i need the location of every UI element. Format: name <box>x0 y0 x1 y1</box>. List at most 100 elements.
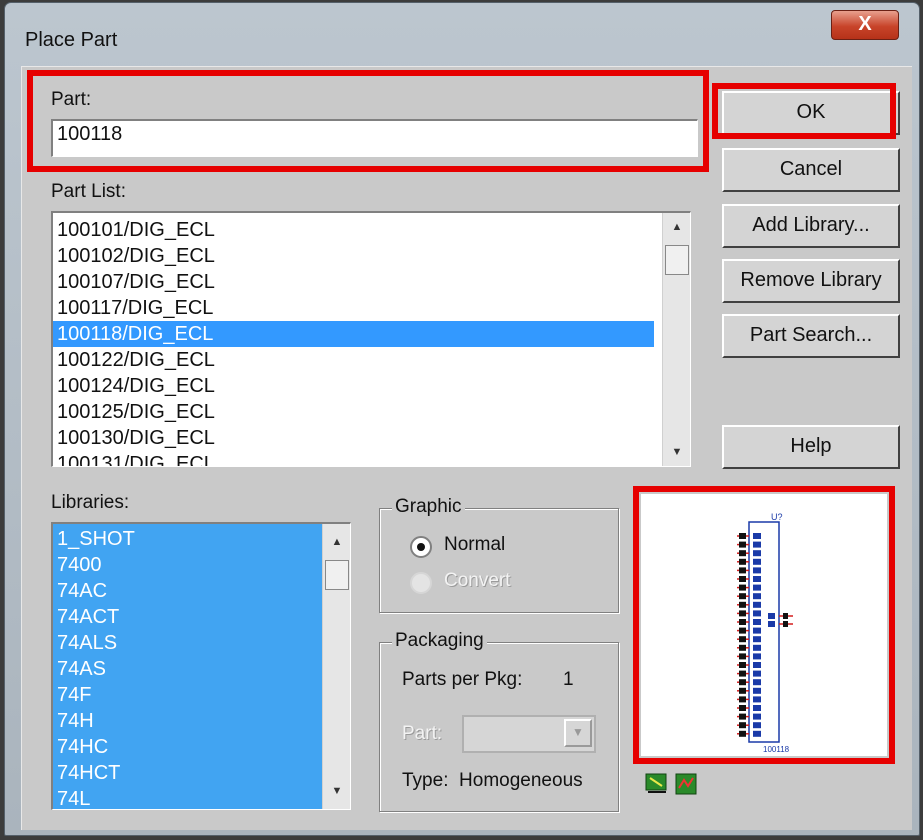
part-input-value: 100118 <box>57 123 123 145</box>
part-search-toggle-icon[interactable] <box>674 772 698 796</box>
part-list-scrollbar[interactable]: ▲ ▼ <box>662 213 690 466</box>
preview-pin-label <box>753 713 761 720</box>
scroll-up-icon[interactable]: ▲ <box>663 215 690 239</box>
preview-pin-marker <box>739 584 746 591</box>
scroll-up-icon[interactable]: ▲ <box>323 530 350 554</box>
preview-pin-marker <box>739 627 746 634</box>
preview-pin-right-label <box>768 613 775 619</box>
library-item[interactable]: 74ALS <box>53 630 350 656</box>
packaging-group-title: Packaging <box>392 630 487 652</box>
preview-pin-marker <box>739 558 746 565</box>
normal-radio[interactable] <box>410 536 432 558</box>
preview-pin-label <box>753 679 761 686</box>
preview-pin-marker <box>739 593 746 600</box>
remove-library-button[interactable]: Remove Library <box>722 259 900 303</box>
preview-pin-right-label <box>768 621 775 627</box>
libraries-label: Libraries: <box>51 492 130 513</box>
preview-pin-label <box>753 696 761 703</box>
part-list-item[interactable]: 100131/DIG_ECL <box>53 451 690 466</box>
preview-pin-marker <box>739 636 746 643</box>
library-item[interactable]: 74ACT <box>53 604 350 630</box>
library-item[interactable]: 74AS <box>53 656 350 682</box>
preview-pin-marker <box>739 550 746 557</box>
preview-pin-marker <box>739 533 746 539</box>
part-search-button[interactable]: Part Search... <box>722 314 900 358</box>
graphic-group-title: Graphic <box>392 496 465 518</box>
package-part-combo: ▼ <box>462 715 596 753</box>
graphic-group: Graphic Normal Convert <box>379 496 619 613</box>
place-database-part-icon[interactable] <box>644 772 668 796</box>
preview-pin-right-marker <box>783 621 788 627</box>
part-list-item[interactable]: 100117/DIG_ECL <box>53 295 690 321</box>
part-list-item[interactable]: 100125/DIG_ECL <box>53 399 690 425</box>
part-list-item[interactable]: 100102/DIG_ECL <box>53 243 690 269</box>
preview-pin-label <box>753 541 761 548</box>
part-list-item[interactable]: 100130/DIG_ECL <box>53 425 690 451</box>
preview-pin-label <box>753 567 761 574</box>
preview-pin-marker <box>739 679 746 686</box>
preview-pin-marker <box>739 653 746 660</box>
preview-pin-label <box>753 636 761 643</box>
scroll-thumb[interactable] <box>325 560 349 590</box>
preview-pin-label <box>753 653 761 660</box>
part-name-text: 100118 <box>763 745 790 754</box>
part-list-item[interactable]: 100101/DIG_ECL <box>53 217 690 243</box>
libraries-scrollbar[interactable]: ▲ ▼ <box>322 524 350 809</box>
preview-pin-marker <box>739 610 746 617</box>
preview-pin-label <box>753 576 761 582</box>
preview-pin-label <box>753 687 761 694</box>
close-button[interactable]: X <box>831 10 899 40</box>
library-item[interactable]: 74AC <box>53 578 350 604</box>
part-list-item[interactable]: 100124/DIG_ECL <box>53 373 690 399</box>
libraries-list[interactable]: 1_SHOT 7400 74AC 74ACT 74ALS 74AS 74F 74H 74HC 74… <box>51 522 351 810</box>
preview-pin-marker <box>739 601 746 608</box>
library-item[interactable]: 74L <box>53 786 350 809</box>
parts-per-pkg-label: Parts per Pkg: <box>402 669 523 690</box>
part-preview-graphic: U? 100118 <box>737 512 793 754</box>
preview-pin-label <box>753 644 761 651</box>
preview-pin-marker <box>739 576 746 582</box>
cancel-button[interactable]: Cancel <box>722 148 900 192</box>
part-input[interactable]: 100118 <box>51 119 698 157</box>
preview-pin-label <box>753 593 761 600</box>
scroll-down-icon[interactable]: ▼ <box>323 779 350 803</box>
preview-pin-label <box>753 705 761 711</box>
preview-pin-label <box>753 627 761 634</box>
library-item[interactable]: 7400 <box>53 552 350 578</box>
library-item[interactable]: 74F <box>53 682 350 708</box>
preview-pin-label <box>753 558 761 565</box>
part-list-item[interactable]: 100122/DIG_ECL <box>53 347 690 373</box>
preview-pin-marker <box>739 619 746 625</box>
library-item[interactable]: 1_SHOT <box>53 526 350 552</box>
preview-pin-marker <box>739 662 746 668</box>
library-item[interactable]: 74HCT <box>53 760 350 786</box>
scroll-down-icon[interactable]: ▼ <box>663 440 690 464</box>
preview-pin-marker <box>739 541 746 548</box>
scroll-thumb[interactable] <box>665 245 689 275</box>
part-list[interactable]: 100101/DIG_ECL 100102/DIG_ECL 100107/DIG_E… <box>51 211 691 467</box>
add-library-button[interactable]: Add Library... <box>722 204 900 248</box>
normal-radio-label[interactable]: Normal <box>444 534 505 556</box>
preview-pin-label <box>753 601 761 608</box>
package-type-label: Type: Homogeneous <box>402 770 583 791</box>
preview-pin-marker <box>739 687 746 694</box>
chevron-down-icon: ▼ <box>564 719 592 747</box>
preview-pin-marker <box>739 644 746 651</box>
parts-per-pkg-value: 1 <box>563 669 574 690</box>
preview-pin-label <box>753 662 761 668</box>
part-list-label: Part List: <box>51 181 126 202</box>
part-label: Part: <box>51 89 92 110</box>
package-type-value: Homogeneous <box>459 770 583 791</box>
part-list-item[interactable]: 100107/DIG_ECL <box>53 269 690 295</box>
preview-pin-marker <box>739 730 746 737</box>
preview-pin-marker <box>739 670 746 677</box>
preview-pin-label <box>753 610 761 617</box>
preview-pin-marker <box>739 713 746 720</box>
preview-pin-label <box>753 584 761 591</box>
part-list-item[interactable]: 100118/DIG_ECL <box>53 321 654 347</box>
help-button[interactable]: Help <box>722 425 900 469</box>
library-item[interactable]: 74H <box>53 708 350 734</box>
preview-pin-marker <box>739 722 746 729</box>
library-item[interactable]: 74HC <box>53 734 350 760</box>
ok-button[interactable]: OK <box>722 91 900 135</box>
